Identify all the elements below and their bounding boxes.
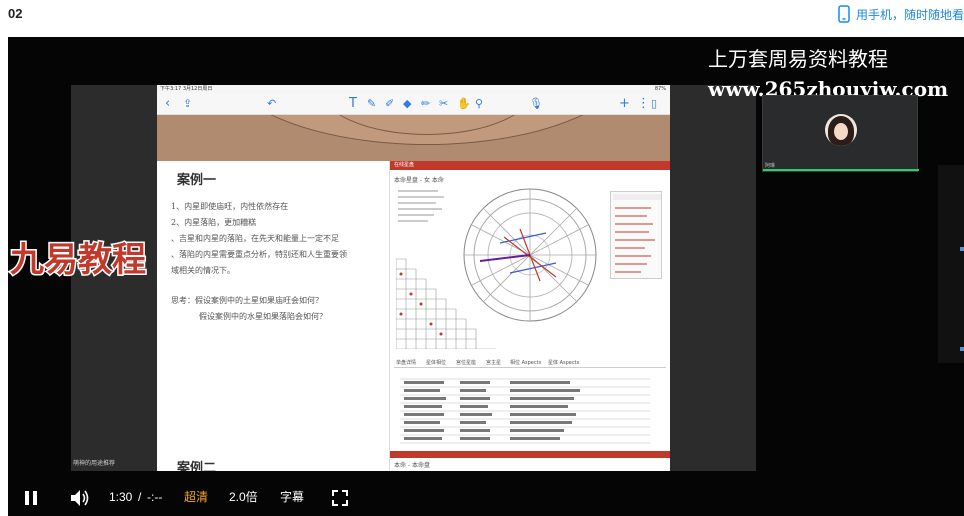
pause-icon[interactable] [24, 490, 38, 506]
side-panel-marker [960, 247, 964, 251]
note-line: 1、内星即使庙旺，内性依然存在 [171, 202, 289, 211]
undo-icon: ↶ [267, 97, 277, 110]
side-panel-edge [938, 165, 964, 363]
highlighter-icon: ✏ [421, 97, 431, 110]
astro-tab: 宫位星座 [456, 360, 477, 366]
planet-table [400, 378, 650, 444]
note-line: 假设案例中的水星如果落陷会如何？ [199, 312, 327, 321]
battery-level: 87% [654, 86, 666, 92]
watch-on-phone-label: 用手机，随时随地看 [855, 7, 964, 22]
lasso-icon: ⚲ [475, 97, 484, 110]
note-line: 、落陷的内星需要重点分析，特别还和人生重要领 [171, 250, 347, 259]
watch-on-phone-link[interactable]: 用手机，随时随地看 [838, 4, 964, 24]
case-title: 案例一 [177, 173, 217, 188]
sidebar-caption: 萌神的用途推荐 [73, 460, 116, 467]
episode-number: 02 [8, 6, 23, 21]
aspect-grid [396, 258, 496, 349]
astro-tab: 单盘详情 [396, 360, 417, 366]
astro-info-block [398, 190, 444, 222]
quality-button[interactable]: 超清 [184, 488, 208, 506]
top-bar: 02 用手机，随时随地看 [0, 0, 964, 36]
astro-chart-screenshot: 在线星盘 本命星盘 - 女 本命 单盘详情 星体相位 宫位星座 宫主星 相位 A… [389, 161, 670, 471]
case2-title: 案例二 [177, 461, 217, 471]
avatar-face [834, 123, 848, 140]
note-line: 、吉星和内星的落陷，在先天和能量上一定不足 [171, 234, 339, 243]
ipad-status-bar: 下午3:17 3月12日周日 87% [157, 85, 670, 93]
more-icon: ⋮ [637, 96, 650, 111]
fullscreen-icon[interactable] [332, 490, 348, 506]
text-icon: T [349, 96, 357, 111]
page-icon: ▯ [651, 97, 658, 110]
astro-tab: 星体 Aspects [548, 360, 580, 366]
right-panel [670, 85, 756, 471]
astro-bottom-red-bar [390, 451, 670, 458]
astro-tab: 相位 Aspects [510, 360, 542, 366]
astro-bottom-bar: 本命 - 本命盘 [390, 451, 670, 471]
webcam-thumbnail[interactable]: 阿琳 [762, 95, 919, 172]
ipad-notes-app: 下午3:17 3月12日周日 87% ‹ ⇪ ↶ T ✎ ✐ ◆ ✏ ✂ ✋ ⚲… [157, 85, 670, 471]
watermark-label: 九易教程 [9, 239, 148, 280]
time-separator: / [138, 490, 142, 504]
time-current: 1:30 [109, 490, 133, 504]
watermark-top: 上万套周易资料教程 [708, 47, 888, 71]
astro-tab: 星体相位 [426, 360, 447, 366]
side-panel-marker [960, 347, 964, 351]
time-total: -:-- [147, 490, 163, 504]
astro-tabs: 单盘详情 星体相位 宫位星座 宫主星 相位 Aspects 星体 Aspects [394, 357, 666, 368]
scissors-icon: ✂ [439, 97, 449, 110]
chevron-left-icon: ‹ [165, 96, 171, 111]
plus-icon: + [619, 96, 630, 111]
eraser-icon: ◆ [403, 97, 412, 110]
hand-icon: ✋ [457, 97, 471, 110]
notes-toolbar: ‹ ⇪ ↶ T ✎ ✐ ◆ ✏ ✂ ✋ ⚲ 🎙 + ⋮ ▯ [157, 93, 670, 115]
mic-icon: 🎙 [529, 97, 543, 110]
side-list-lines [613, 194, 661, 273]
astro-bottom-subtitle: 本命 - 本命盘 [394, 462, 430, 469]
pencil-icon: ✐ [385, 97, 395, 110]
watermark-label-text: 九易教程 [10, 240, 146, 279]
background-photo [157, 115, 670, 161]
video-player[interactable]: 萌神的用途推荐 下午3:17 3月12日周日 87% ‹ ⇪ ↶ T ✎ ✐ ◆… [8, 37, 964, 516]
astro-side-list [610, 191, 662, 279]
share-icon: ⇪ [183, 97, 193, 110]
player-controls: 1:30 / -:-- 超清 2.0倍 字幕 [8, 478, 964, 516]
astro-subtitle: 本命星盘 - 女 本命 [394, 177, 444, 184]
astro-header: 在线星盘 [390, 161, 670, 170]
phone-icon [838, 5, 850, 23]
note-line: 域相关的情况下。 [171, 266, 235, 275]
cam-active-indicator [763, 169, 919, 171]
pen-icon: ✎ [367, 97, 377, 110]
astro-tab: 宫主星 [486, 360, 502, 366]
note-line: 2、内星落陷，更加糟糕 [171, 218, 257, 227]
shared-screen: 萌神的用途推荐 下午3:17 3月12日周日 87% ‹ ⇪ ↶ T ✎ ✐ ◆… [71, 85, 756, 471]
cam-name: 阿琳 [765, 163, 776, 169]
note-line: 思考：假设案例中的土星如果庙旺会如何？ [171, 296, 323, 305]
speed-button[interactable]: 2.0倍 [229, 488, 258, 506]
subtitles-button[interactable]: 字幕 [280, 488, 304, 506]
ipad-time: 下午3:17 3月12日周日 [160, 86, 213, 92]
avatar [825, 114, 857, 146]
volume-icon[interactable] [70, 489, 90, 507]
note-page: 案例一 1、内星即使庙旺，内性依然存在 2、内星落陷，更加糟糕 、吉星和内星的落… [157, 161, 389, 471]
